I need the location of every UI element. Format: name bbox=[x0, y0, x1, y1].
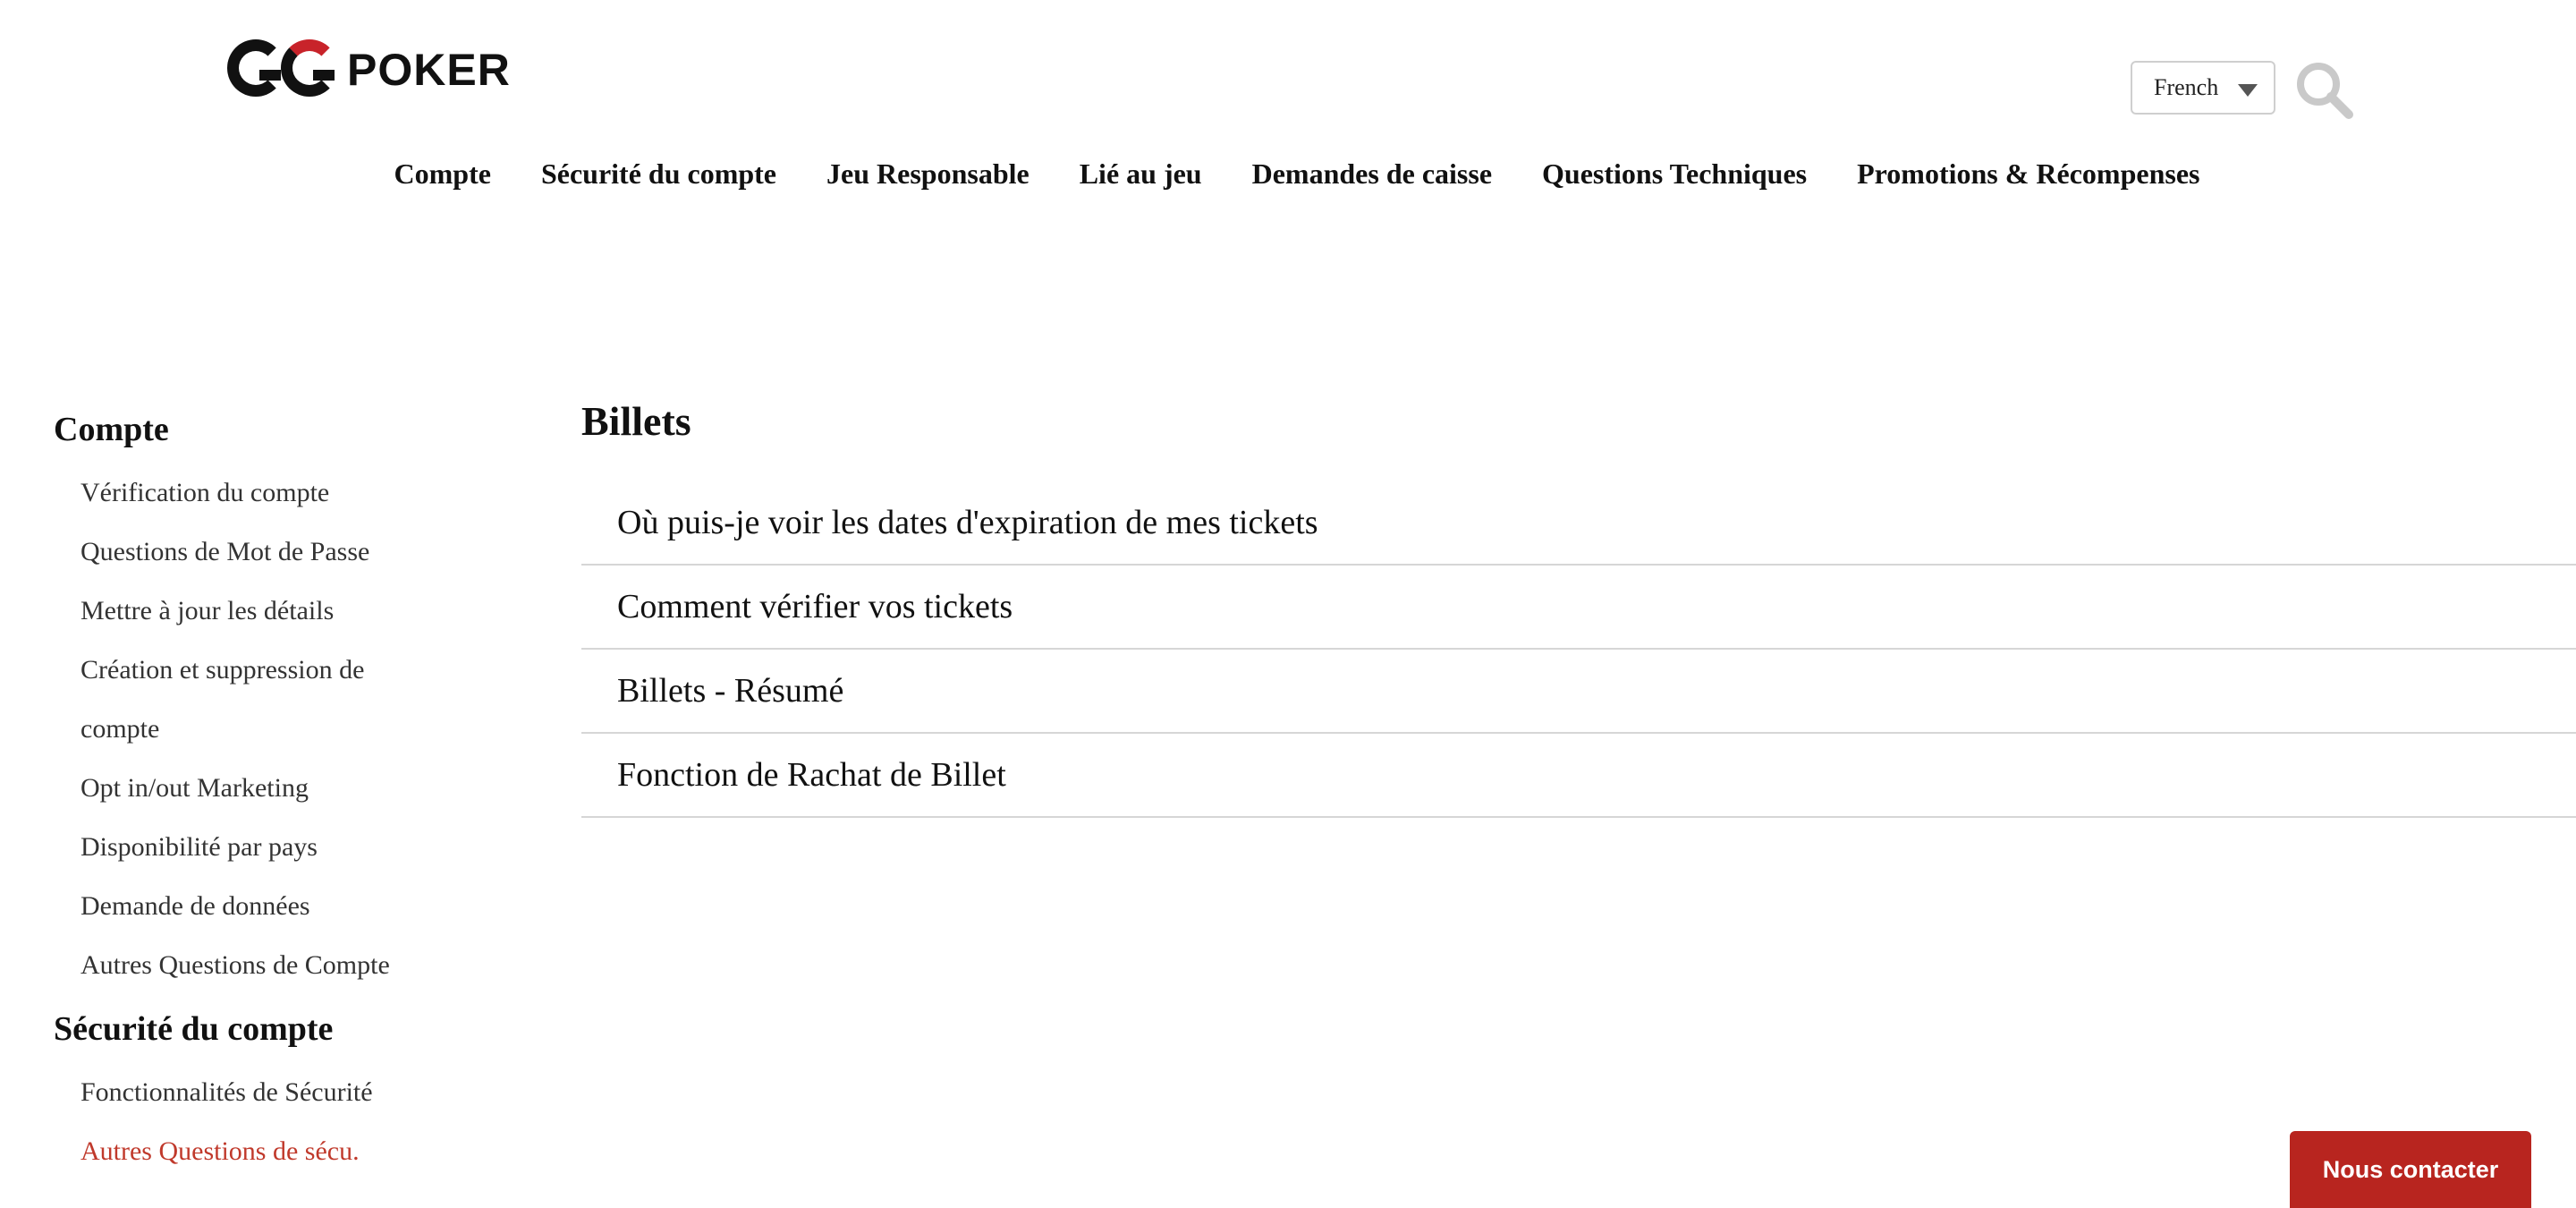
sidebar-item-autres-compte[interactable]: Autres Questions de Compte bbox=[80, 936, 447, 995]
language-select[interactable]: French bbox=[2131, 61, 2275, 115]
sidebar-section-title[interactable]: Compte bbox=[54, 404, 447, 455]
sidebar-item-creation-suppression[interactable]: Création et suppression de compte bbox=[80, 641, 420, 759]
article-link[interactable]: Comment vérifier vos tickets bbox=[581, 566, 2576, 650]
top-nav-securite[interactable]: Sécurité du compte bbox=[541, 157, 776, 191]
sidebar-list: Fonctionnalités de Sécurité Autres Quest… bbox=[54, 1063, 447, 1181]
gg-logo-mark bbox=[227, 34, 343, 106]
main-content: Billets Où puis-je voir les dates d'expi… bbox=[581, 394, 2576, 818]
top-nav-compte[interactable]: Compte bbox=[394, 157, 491, 191]
sidebar-item-verification[interactable]: Vérification du compte bbox=[80, 464, 447, 523]
chevron-down-icon bbox=[2238, 84, 2258, 97]
contact-us-button[interactable]: Nous contacter bbox=[2290, 1131, 2531, 1208]
language-selected: French bbox=[2154, 74, 2219, 100]
sidebar-item-opt-in-out[interactable]: Opt in/out Marketing bbox=[80, 759, 447, 818]
article-link[interactable]: Où puis-je voir les dates d'expiration d… bbox=[581, 481, 2576, 566]
logo-text: POKER bbox=[347, 45, 511, 95]
sidebar-item-mettre-a-jour[interactable]: Mettre à jour les détails bbox=[80, 582, 447, 641]
article-link[interactable]: Billets - Résumé bbox=[581, 650, 2576, 734]
top-nav-demandes-caisse[interactable]: Demandes de caisse bbox=[1252, 157, 1492, 191]
sidebar-item-disponibilite[interactable]: Disponibilité par pays bbox=[80, 818, 447, 877]
sidebar-list: Vérification du compte Questions de Mot … bbox=[54, 464, 447, 995]
sidebar-item-fonctionnalites-securite[interactable]: Fonctionnalités de Sécurité bbox=[80, 1063, 447, 1122]
sidebar-item-demande-donnees[interactable]: Demande de données bbox=[80, 877, 447, 936]
sidebar: Compte Vérification du compte Questions … bbox=[54, 404, 447, 1190]
sidebar-item-mot-de-passe[interactable]: Questions de Mot de Passe bbox=[80, 523, 447, 582]
page-title: Billets bbox=[581, 398, 691, 444]
search-icon[interactable] bbox=[2295, 61, 2354, 120]
top-nav-promotions[interactable]: Promotions & Récompenses bbox=[1857, 157, 2199, 191]
sidebar-section-title[interactable]: Sécurité du compte bbox=[54, 1004, 447, 1054]
article-list: Où puis-je voir les dates d'expiration d… bbox=[581, 481, 2576, 818]
sidebar-item-autres-securite[interactable]: Autres Questions de sécu. bbox=[80, 1122, 447, 1181]
top-nav-jeu-responsable[interactable]: Jeu Responsable bbox=[826, 157, 1030, 191]
article-link[interactable]: Fonction de Rachat de Billet bbox=[581, 734, 2576, 818]
top-nav-questions-techniques[interactable]: Questions Techniques bbox=[1542, 157, 1807, 191]
top-nav-lie-au-jeu[interactable]: Lié au jeu bbox=[1080, 157, 1202, 191]
ggpoker-logo[interactable]: POKER bbox=[227, 34, 511, 106]
top-nav: Compte Sécurité du compte Jeu Responsabl… bbox=[0, 157, 2576, 191]
